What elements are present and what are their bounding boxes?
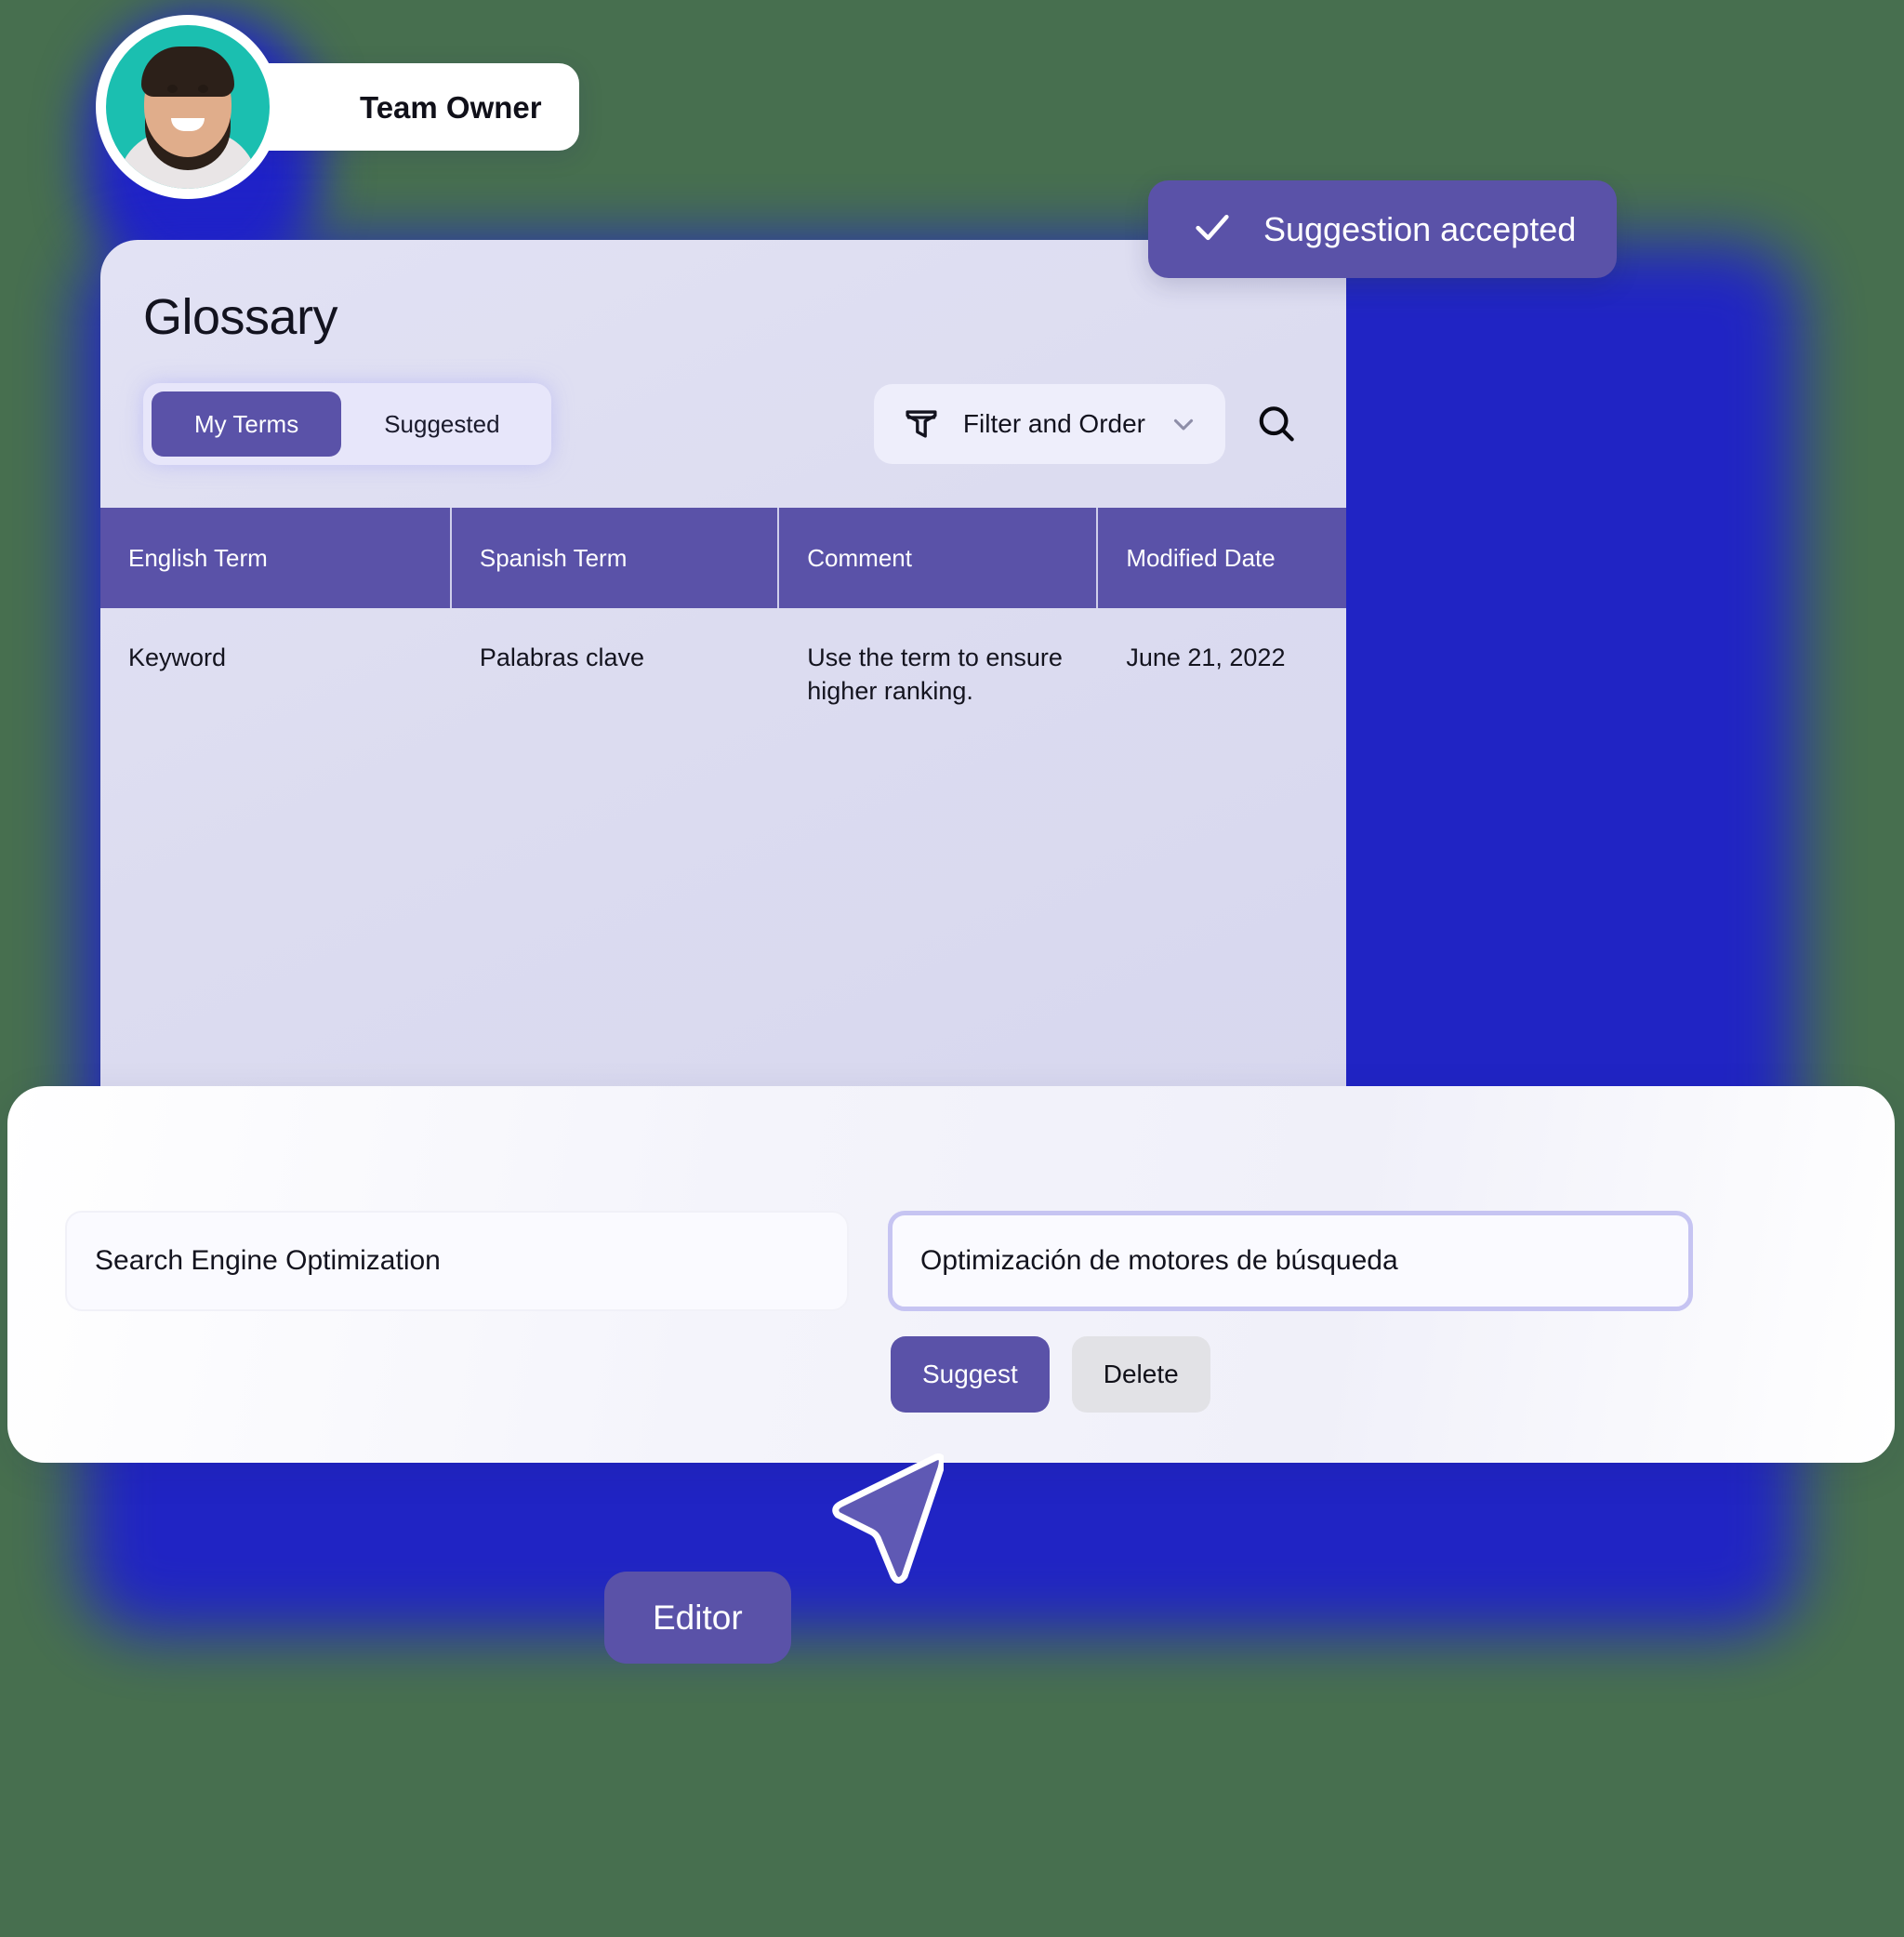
cell-modified-date: June 21, 2022 bbox=[1126, 643, 1286, 671]
spanish-term-input[interactable]: Optimización de motores de búsqueda bbox=[888, 1211, 1693, 1311]
funnel-icon bbox=[902, 405, 941, 444]
glossary-table: English Term Spanish Term Comment Modifi… bbox=[100, 508, 1346, 727]
column-header-comment: Comment bbox=[779, 508, 1099, 608]
status-badge-label: Suggestion accepted bbox=[1263, 209, 1577, 248]
page-title: Glossary bbox=[143, 289, 338, 345]
filter-and-order-button[interactable]: Filter and Order bbox=[873, 384, 1225, 464]
chevron-down-icon bbox=[1168, 408, 1199, 440]
glossary-toolbar: My Terms Suggested Filter and Order bbox=[100, 383, 1346, 465]
tab-my-terms[interactable]: My Terms bbox=[152, 391, 342, 457]
suggest-button[interactable]: Suggest bbox=[891, 1336, 1050, 1413]
status-badge: Suggestion accepted bbox=[1148, 180, 1618, 278]
cell-spanish-term: Palabras clave bbox=[479, 643, 644, 671]
tab-suggested[interactable]: Suggested bbox=[341, 391, 542, 457]
filter-label: Filter and Order bbox=[962, 409, 1145, 438]
column-header-spanish-term: Spanish Term bbox=[452, 508, 780, 608]
toolbar-right: Filter and Order bbox=[873, 384, 1303, 464]
delete-button[interactable]: Delete bbox=[1071, 1336, 1210, 1413]
cell-comment: Use the term to ensure higher ranking. bbox=[807, 643, 1063, 705]
search-button[interactable] bbox=[1250, 397, 1303, 451]
column-header-modified-date: Modified Date bbox=[1126, 544, 1276, 572]
search-icon bbox=[1253, 401, 1300, 447]
editor-actions: Suggest Delete bbox=[891, 1336, 1210, 1413]
avatar bbox=[96, 15, 280, 199]
column-header-english-term: English Term bbox=[100, 508, 452, 608]
table-body: Keyword Palabras clave Use the term to e… bbox=[100, 608, 1346, 727]
editor-cursor-tag: Editor bbox=[604, 1572, 791, 1664]
editor-fields: Search Engine Optimization Optimización … bbox=[65, 1211, 1837, 1311]
table-header-row: English Term Spanish Term Comment Modifi… bbox=[100, 508, 1346, 608]
table-row[interactable]: Keyword Palabras clave Use the term to e… bbox=[100, 608, 1346, 727]
cell-english-term: Keyword bbox=[128, 643, 227, 671]
check-icon bbox=[1191, 206, 1234, 253]
team-owner-label: Team Owner bbox=[360, 89, 542, 125]
user-avatar-photo bbox=[106, 25, 270, 189]
english-term-input[interactable]: Search Engine Optimization bbox=[65, 1211, 849, 1311]
pointer-cursor-icon bbox=[823, 1446, 945, 1585]
tab-group: My Terms Suggested bbox=[143, 383, 551, 465]
